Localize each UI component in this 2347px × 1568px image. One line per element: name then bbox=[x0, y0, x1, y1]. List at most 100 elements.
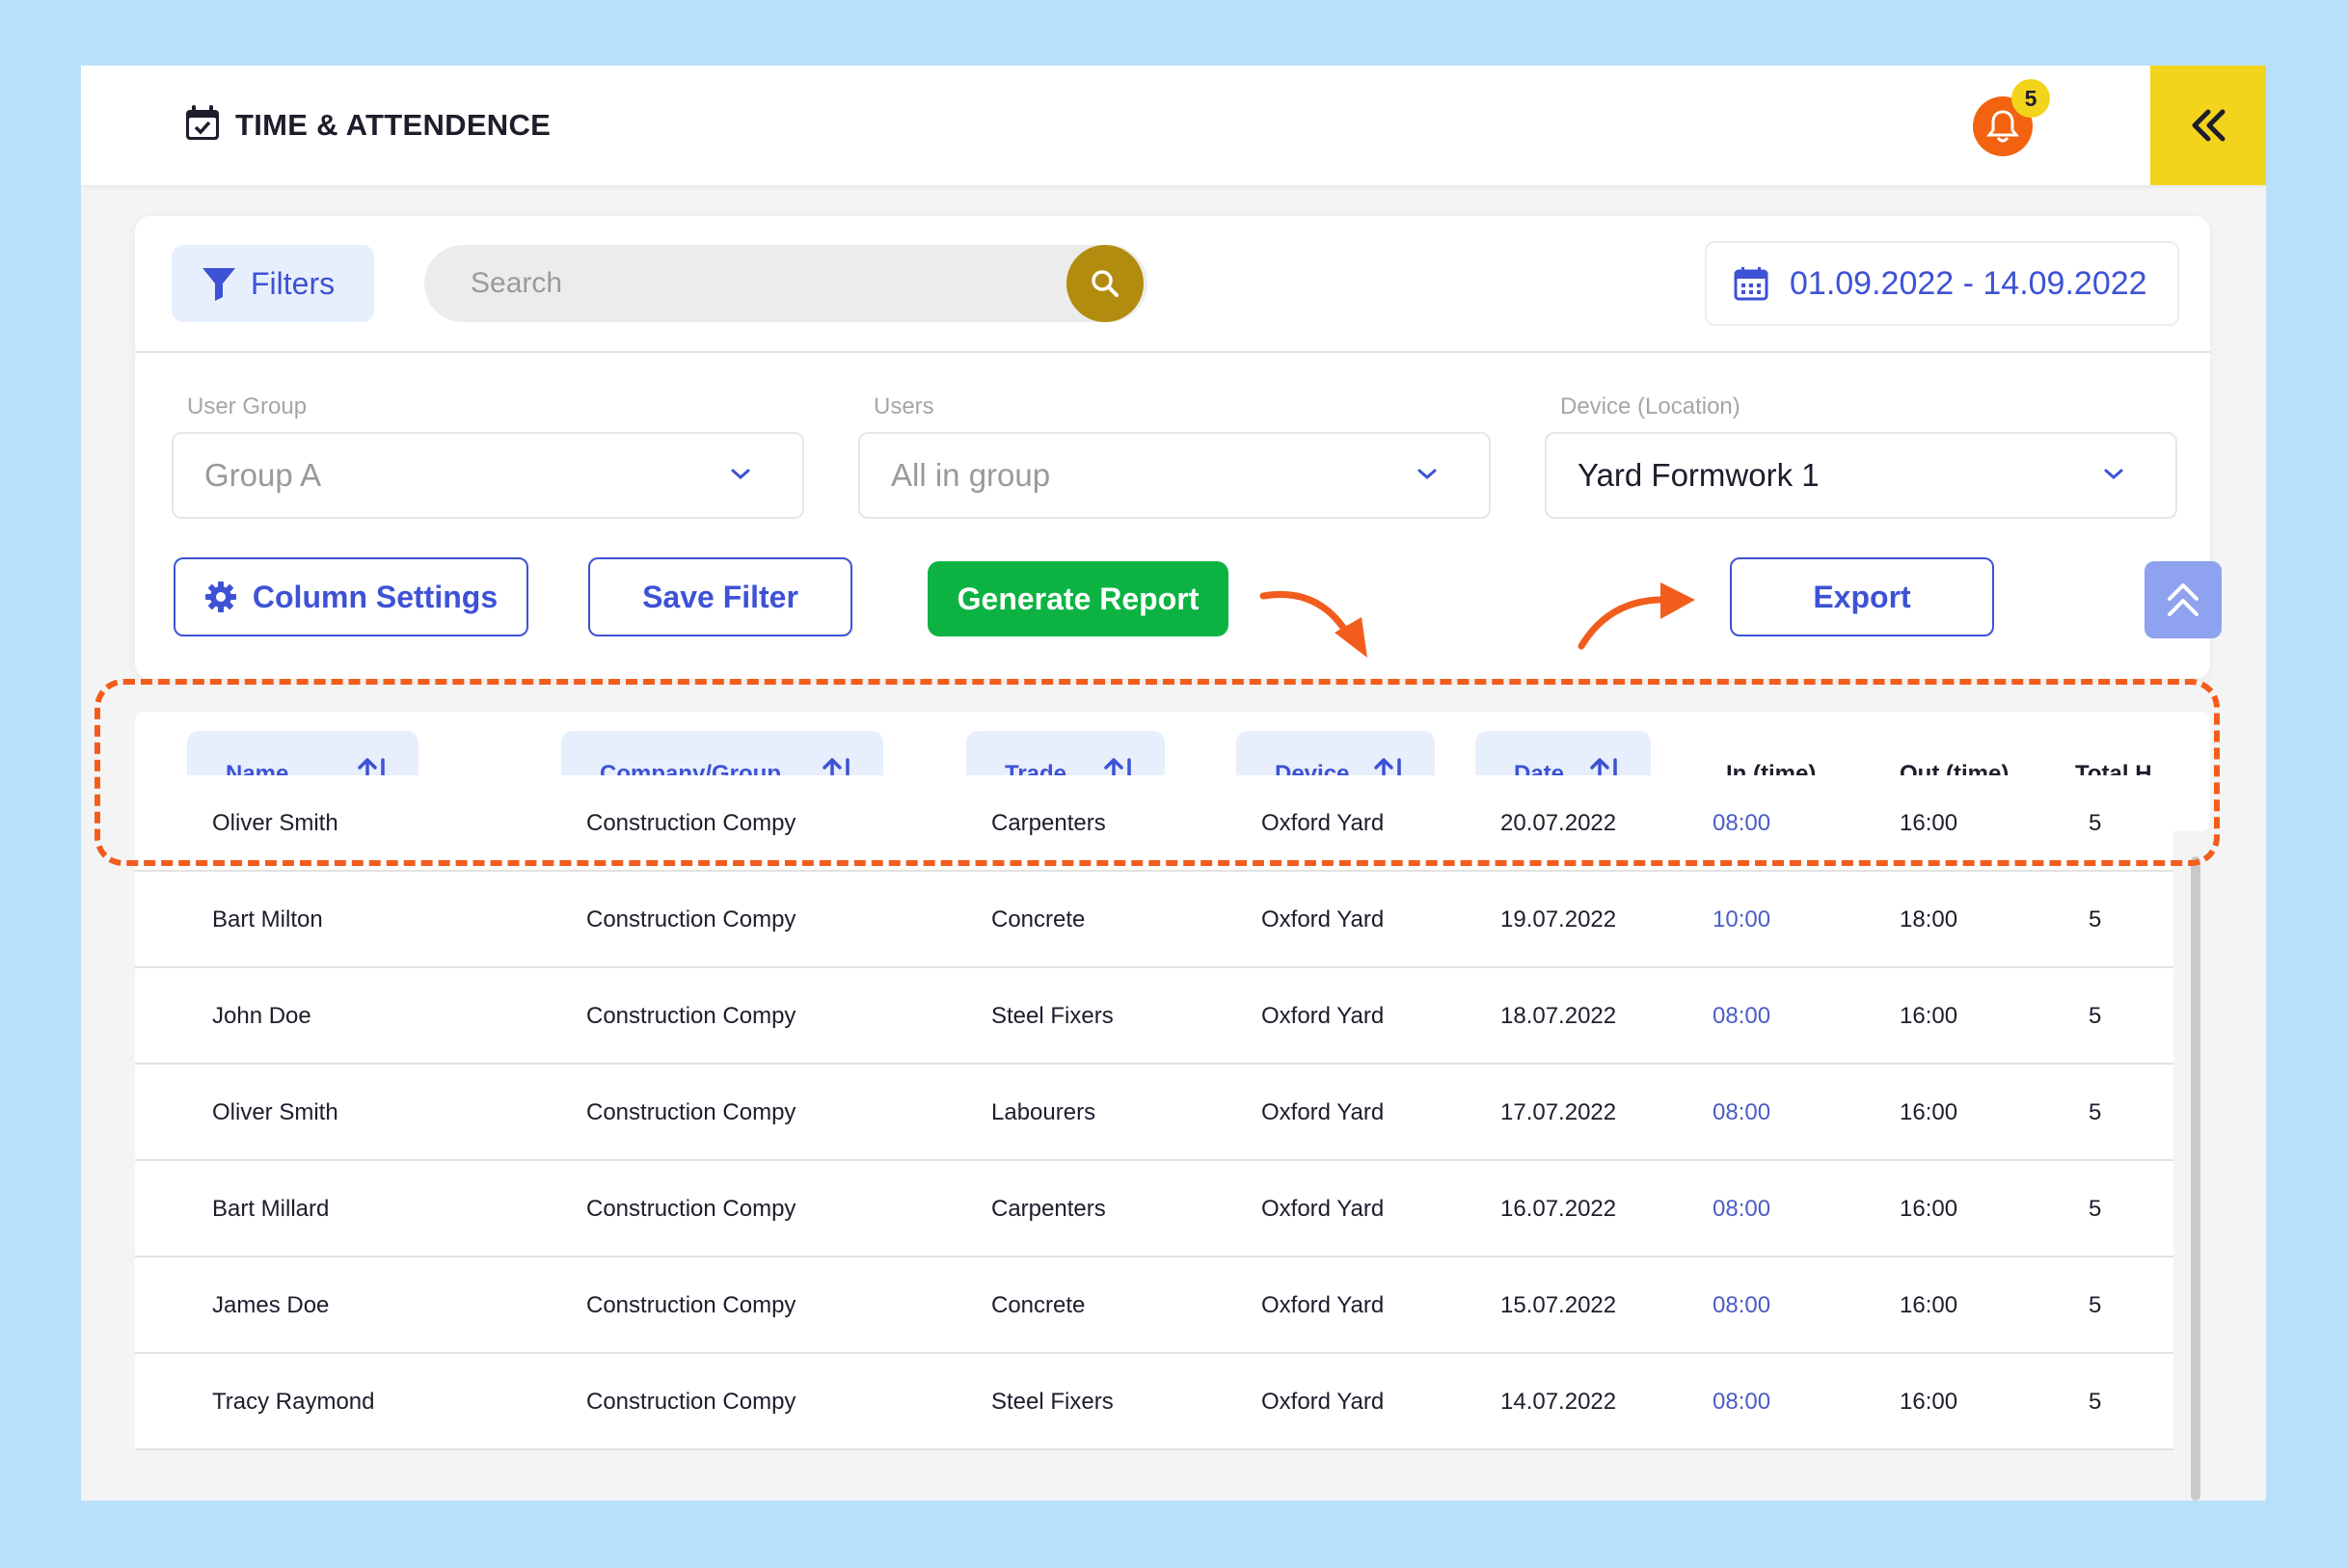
table-body: Oliver Smith Construction Compy Carpenters… bbox=[135, 775, 2173, 1450]
collapse-sidebar-button[interactable] bbox=[2150, 66, 2266, 185]
arrow-annotation bbox=[1578, 582, 1695, 650]
cell-company: Construction Compy bbox=[586, 906, 796, 933]
cell-out-time: 16:00 bbox=[1900, 1389, 1958, 1415]
search-button[interactable] bbox=[1066, 245, 1144, 322]
cell-in-time: 08:00 bbox=[1713, 1003, 1771, 1029]
funnel-icon bbox=[202, 268, 235, 301]
cell-name: Bart Milton bbox=[212, 906, 323, 933]
cell-name: John Doe bbox=[212, 1003, 311, 1029]
cell-company: Construction Compy bbox=[586, 1292, 796, 1318]
filters-label: Filters bbox=[251, 265, 336, 301]
cell-total-hours: 5 bbox=[2089, 1196, 2102, 1222]
cell-out-time: 16:00 bbox=[1900, 1196, 1958, 1222]
chevron-down-icon bbox=[2104, 469, 2123, 479]
cell-trade: Carpenters bbox=[991, 1196, 1106, 1222]
cell-total-hours: 5 bbox=[2089, 1389, 2102, 1415]
top-bar: TIME & ATTENDENCE 5 bbox=[81, 66, 2266, 185]
cell-trade: Labourers bbox=[991, 1099, 1096, 1125]
notification-badge: 5 bbox=[2011, 79, 2050, 118]
cell-in-time: 10:00 bbox=[1713, 906, 1771, 933]
cell-out-time: 16:00 bbox=[1900, 1099, 1958, 1125]
cell-device: Oxford Yard bbox=[1261, 1099, 1385, 1125]
cell-total-hours: 5 bbox=[2089, 1292, 2102, 1318]
save-filter-label: Save Filter bbox=[642, 579, 798, 614]
export-label: Export bbox=[1813, 579, 1911, 614]
cell-device: Oxford Yard bbox=[1261, 1003, 1385, 1029]
user-group-select[interactable]: Group A bbox=[172, 432, 804, 519]
cell-trade: Steel Fixers bbox=[991, 1003, 1114, 1029]
cell-device: Oxford Yard bbox=[1261, 1389, 1385, 1415]
device-value: Yard Formwork 1 bbox=[1578, 457, 1820, 493]
table-row[interactable]: John Doe Construction Compy Steel Fixers Ox… bbox=[135, 968, 2173, 1065]
cell-name: Bart Millard bbox=[212, 1196, 330, 1222]
cell-trade: Concrete bbox=[991, 906, 1086, 933]
cell-in-time: 08:00 bbox=[1713, 1196, 1771, 1222]
generate-report-button[interactable]: Generate Report bbox=[928, 561, 1228, 636]
table-row[interactable]: Oliver Smith Construction Compy Labourers O… bbox=[135, 1065, 2173, 1161]
table-scrollbar[interactable] bbox=[2191, 856, 2200, 1500]
cell-out-time: 18:00 bbox=[1900, 906, 1958, 933]
divider bbox=[135, 351, 2210, 353]
column-settings-label: Column Settings bbox=[252, 579, 499, 614]
cell-trade: Concrete bbox=[991, 1292, 1086, 1318]
cell-date: 16.07.2022 bbox=[1500, 1196, 1617, 1222]
cell-company: Construction Compy bbox=[586, 1196, 796, 1222]
users-select[interactable]: All in group bbox=[858, 432, 1491, 519]
date-range-value: 01.09.2022 - 14.09.2022 bbox=[1790, 264, 2147, 302]
gear-icon bbox=[204, 581, 236, 612]
cell-name: Tracy Raymond bbox=[212, 1389, 375, 1415]
page-title: TIME & ATTENDENCE bbox=[235, 108, 552, 142]
bell-icon bbox=[1986, 110, 2019, 143]
cell-device: Oxford Yard bbox=[1261, 1196, 1385, 1222]
filters-button[interactable]: Filters bbox=[172, 245, 374, 322]
search-input[interactable] bbox=[424, 245, 1147, 322]
cell-out-time: 16:00 bbox=[1900, 1292, 1958, 1318]
date-range-picker[interactable]: 01.09.2022 - 14.09.2022 bbox=[1705, 241, 2179, 326]
table-row[interactable]: James Doe Construction Compy Concrete Oxfor… bbox=[135, 1257, 2173, 1354]
generate-report-label: Generate Report bbox=[957, 581, 1200, 616]
cell-company: Construction Compy bbox=[586, 1003, 796, 1029]
cell-in-time: 08:00 bbox=[1713, 1099, 1771, 1125]
user-group-value: Group A bbox=[204, 457, 322, 493]
device-select[interactable]: Yard Formwork 1 bbox=[1545, 432, 2177, 519]
cell-in-time: 08:00 bbox=[1713, 1292, 1771, 1318]
cell-out-time: 16:00 bbox=[1900, 1003, 1958, 1029]
cell-date: 19.07.2022 bbox=[1500, 906, 1617, 933]
chevron-down-icon bbox=[731, 469, 750, 479]
cell-date: 14.07.2022 bbox=[1500, 1389, 1617, 1415]
table-row[interactable]: Bart Millard Construction Compy Carpenters… bbox=[135, 1161, 2173, 1257]
double-chevron-left-icon bbox=[2192, 109, 2226, 142]
users-label: Users bbox=[874, 393, 934, 419]
calendar-icon bbox=[1734, 267, 1768, 301]
cell-device: Oxford Yard bbox=[1261, 1292, 1385, 1318]
table-row[interactable]: Tracy Raymond Construction Compy Steel Fix… bbox=[135, 1354, 2173, 1450]
cell-company: Construction Compy bbox=[586, 1389, 796, 1415]
highlight-dashed-outline bbox=[94, 679, 2220, 866]
cell-in-time: 08:00 bbox=[1713, 1389, 1771, 1415]
cell-device: Oxford Yard bbox=[1261, 906, 1385, 933]
users-value: All in group bbox=[891, 457, 1051, 493]
cell-name: Oliver Smith bbox=[212, 1099, 338, 1125]
double-chevron-up-icon bbox=[2168, 583, 2199, 616]
save-filter-button[interactable]: Save Filter bbox=[588, 557, 852, 636]
cell-total-hours: 5 bbox=[2089, 1003, 2102, 1029]
cell-total-hours: 5 bbox=[2089, 906, 2102, 933]
cell-company: Construction Compy bbox=[586, 1099, 796, 1125]
cell-date: 15.07.2022 bbox=[1500, 1292, 1617, 1318]
filter-panel: Filters 01.09.2022 - 14.09.2022 bbox=[135, 216, 2222, 679]
cell-date: 18.07.2022 bbox=[1500, 1003, 1617, 1029]
arrow-annotation bbox=[1259, 590, 1367, 658]
cell-total-hours: 5 bbox=[2089, 1099, 2102, 1125]
table-row[interactable]: Bart Milton Construction Compy Concrete Oxf… bbox=[135, 872, 2173, 968]
user-group-label: User Group bbox=[187, 393, 308, 419]
device-label: Device (Location) bbox=[1560, 393, 1740, 419]
search-icon bbox=[1092, 270, 1119, 297]
scroll-up-button[interactable] bbox=[2145, 561, 2222, 638]
column-settings-button[interactable]: Column Settings bbox=[174, 557, 528, 636]
calendar-check-icon bbox=[183, 104, 222, 143]
export-button[interactable]: Export bbox=[1730, 557, 1994, 636]
cell-name: James Doe bbox=[212, 1292, 330, 1318]
chevron-down-icon bbox=[1417, 469, 1437, 479]
cell-trade: Steel Fixers bbox=[991, 1389, 1114, 1415]
cell-date: 17.07.2022 bbox=[1500, 1099, 1617, 1125]
